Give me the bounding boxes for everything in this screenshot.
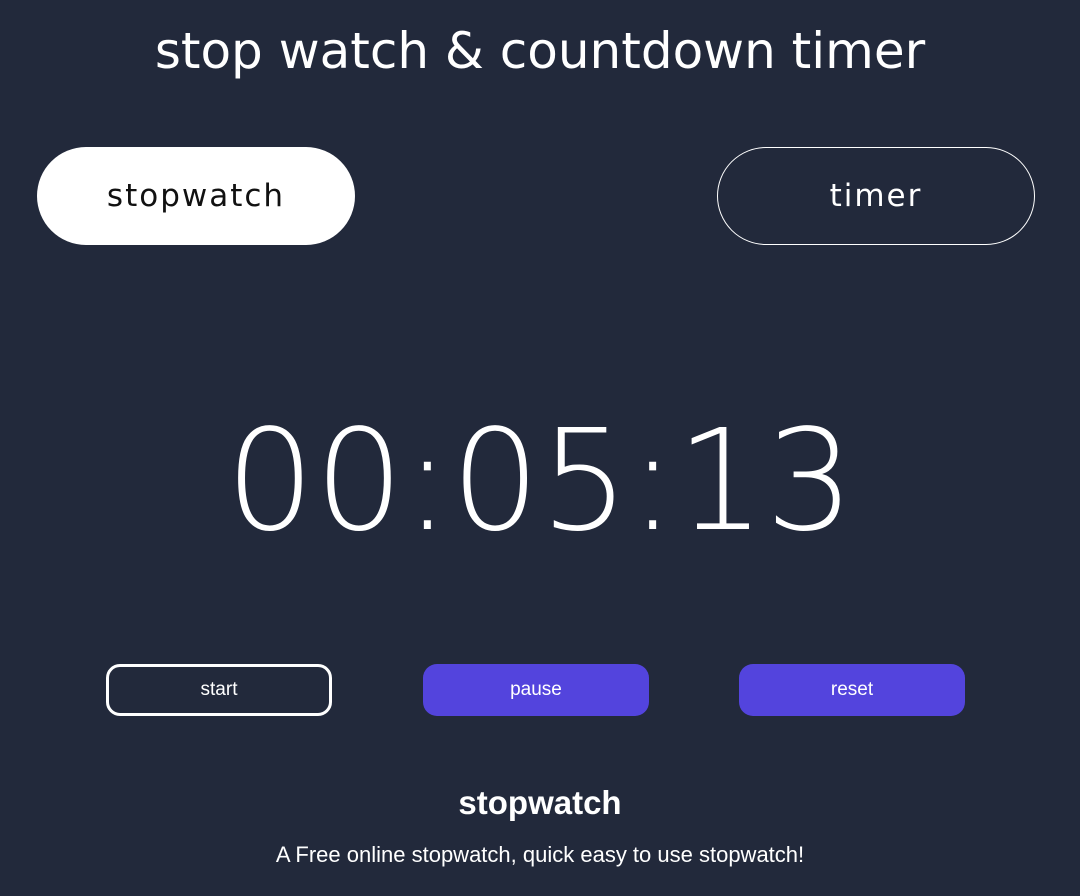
tab-timer[interactable]: timer <box>717 147 1035 245</box>
reset-button[interactable]: reset <box>739 664 965 716</box>
section-heading: stopwatch <box>458 784 622 821</box>
pause-button[interactable]: pause <box>423 664 649 716</box>
description: A Free online stopwatch, quick easy to u… <box>275 842 805 867</box>
time-display: 00:05:13 <box>225 400 855 563</box>
start-button[interactable]: start <box>106 664 332 716</box>
tab-stopwatch[interactable]: stopwatch <box>37 147 355 245</box>
page-title: stop watch & countdown timer <box>154 22 926 80</box>
